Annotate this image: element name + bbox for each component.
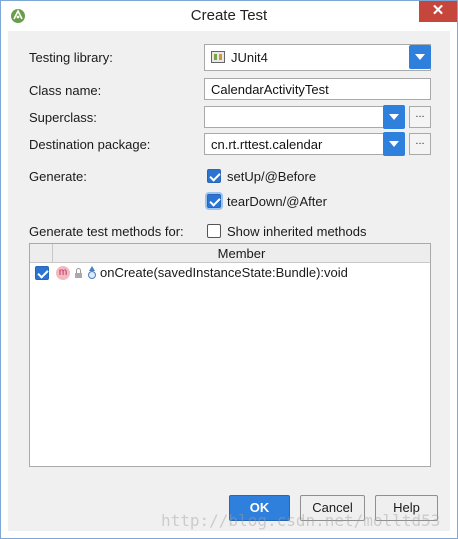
show-inherited-label[interactable]: Show inherited methods: [227, 224, 366, 239]
superclass-field[interactable]: [204, 106, 405, 128]
class-name-label: Class name:: [29, 83, 102, 98]
method-signature: onCreate(savedInstanceState:Bundle):void: [100, 265, 348, 280]
testing-library-value: JUnit4: [231, 50, 268, 65]
table-header: Member: [30, 244, 430, 263]
window-title: Create Test: [190, 7, 268, 24]
table-row[interactable]: m onCreate(savedInstanceState:Bundle):vo…: [30, 263, 430, 283]
testing-library-select[interactable]: JUnit4: [204, 44, 431, 71]
member-column-header[interactable]: Member: [53, 246, 430, 261]
teardown-after-label[interactable]: tearDown/@After: [227, 194, 327, 209]
title-bar: Create Test ✕: [1, 1, 457, 31]
class-name-value: CalendarActivityTest: [211, 82, 329, 97]
destination-package-dropdown-button[interactable]: [383, 132, 405, 156]
destination-package-field[interactable]: cn.rt.rttest.calendar: [204, 133, 405, 155]
setup-before-checkbox[interactable]: [207, 169, 221, 183]
dialog-content: Testing library: JUnit4 Class name: Cale…: [8, 31, 450, 531]
generate-label: Generate:: [29, 169, 87, 184]
override-icon: [87, 266, 97, 280]
superclass-browse-button[interactable]: ...: [409, 106, 431, 128]
superclass-dropdown-button[interactable]: [383, 105, 405, 129]
destination-package-value: cn.rt.rttest.calendar: [211, 137, 323, 152]
ok-button[interactable]: OK: [229, 495, 290, 521]
close-button[interactable]: ✕: [419, 1, 457, 22]
library-icon: [211, 51, 225, 63]
method-icon: m: [56, 266, 70, 280]
superclass-label: Superclass:: [29, 110, 97, 125]
create-test-dialog: Create Test ✕ Testing library: JUnit4 Cl…: [0, 0, 458, 539]
setup-before-label[interactable]: setUp/@Before: [227, 169, 316, 184]
generate-methods-label: Generate test methods for:: [29, 224, 184, 239]
members-table: Member m onCreate(savedInstanceState:Bun…: [29, 243, 431, 467]
row-checkbox[interactable]: [35, 266, 49, 280]
show-inherited-checkbox[interactable]: [207, 224, 221, 238]
testing-library-label: Testing library:: [29, 50, 113, 65]
lock-icon: [75, 268, 83, 278]
testing-library-dropdown-button[interactable]: [409, 45, 431, 69]
class-name-field[interactable]: CalendarActivityTest: [204, 78, 431, 100]
select-column-header[interactable]: [30, 244, 53, 262]
cancel-button[interactable]: Cancel: [300, 495, 365, 521]
teardown-after-checkbox[interactable]: [207, 194, 221, 208]
destination-package-label: Destination package:: [29, 137, 151, 152]
help-button[interactable]: Help: [375, 495, 438, 521]
destination-package-browse-button[interactable]: ...: [409, 133, 431, 155]
